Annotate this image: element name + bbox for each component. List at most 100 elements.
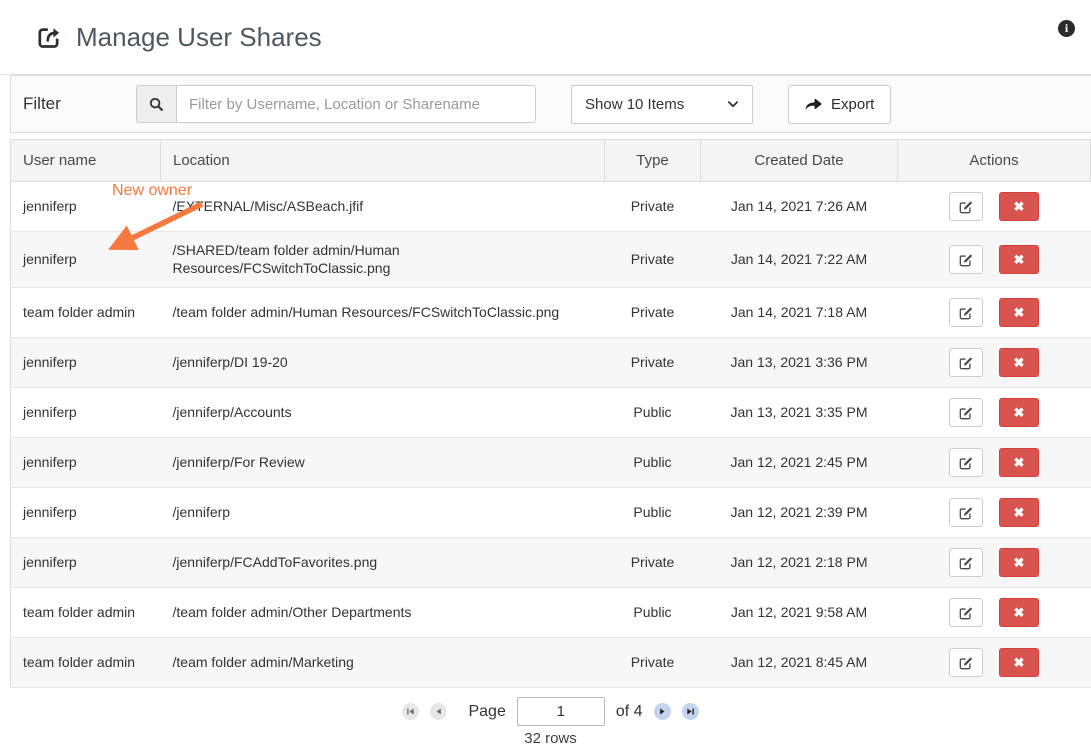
col-header-type[interactable]: Type [605,140,701,182]
edit-share-button[interactable] [949,548,983,577]
cell-created-date: Jan 12, 2021 2:39 PM [701,488,898,538]
edit-share-button[interactable] [949,448,983,477]
edit-pencil-icon [959,356,973,370]
delete-share-button[interactable]: ✖ [999,448,1039,477]
cell-created-date: Jan 14, 2021 7:18 AM [701,288,898,338]
page-of-label: of 4 [616,703,643,721]
show-items-value: Show 10 Items [585,96,684,113]
cell-location: /EXTERNAL/Misc/ASBeach.jfif [161,182,605,232]
show-items-select[interactable]: Show 10 Items [571,85,753,124]
edit-share-button[interactable] [949,598,983,627]
cell-actions: ✖ [898,538,1091,588]
page-header: Manage User Shares i [0,0,1091,75]
cell-location: /jenniferp [161,488,605,538]
next-page-button[interactable] [654,703,671,720]
export-button[interactable]: Export [788,85,891,124]
filter-search-input[interactable] [176,85,536,123]
cell-actions: ✖ [898,488,1091,538]
edit-pencil-icon [959,406,973,420]
search-group [136,85,536,123]
cell-location: /jenniferp/FCAddToFavorites.png [161,538,605,588]
cell-location: /SHARED/team folder admin/Human Resource… [161,232,605,288]
export-arrow-icon [805,97,822,112]
cell-location: /jenniferp/For Review [161,438,605,488]
delete-share-button[interactable]: ✖ [999,192,1039,221]
page-label: Page [468,703,505,721]
page-number-input[interactable] [517,697,605,726]
cell-location: /team folder admin/Human Resources/FCSwi… [161,288,605,338]
info-icon[interactable]: i [1058,20,1075,37]
cell-type: Public [605,588,701,638]
table-row: jenniferp /jenniferp/DI 19-20 Private Ja… [11,338,1091,388]
cell-actions: ✖ [898,232,1091,288]
cell-created-date: Jan 14, 2021 7:22 AM [701,232,898,288]
col-header-username[interactable]: User name [11,140,161,182]
col-header-actions: Actions [898,140,1091,182]
edit-share-button[interactable] [949,398,983,427]
last-page-button[interactable] [682,703,699,720]
delete-share-button[interactable]: ✖ [999,648,1039,677]
table-row: jenniferp /EXTERNAL/Misc/ASBeach.jfif Pr… [11,182,1091,232]
chevron-down-icon [727,98,739,110]
delete-share-button[interactable]: ✖ [999,498,1039,527]
cell-username: team folder admin [11,588,161,638]
share-square-icon [36,24,63,51]
edit-pencil-icon [959,200,973,214]
cell-type: Private [605,232,701,288]
cell-type: Public [605,488,701,538]
next-icon [657,706,668,717]
edit-share-button[interactable] [949,498,983,527]
cell-username: jenniferp [11,388,161,438]
cell-location: /team folder admin/Other Departments [161,588,605,638]
cell-type: Private [605,538,701,588]
edit-pencil-icon [959,606,973,620]
filter-bar: Filter Show 10 Items Export [10,75,1091,133]
edit-share-button[interactable] [949,245,983,274]
edit-pencil-icon [959,506,973,520]
cell-username: jenniferp [11,338,161,388]
cell-username: team folder admin [11,638,161,688]
cell-created-date: Jan 12, 2021 8:45 AM [701,638,898,688]
delete-share-button[interactable]: ✖ [999,245,1039,274]
edit-pencil-icon [959,456,973,470]
table-row: team folder admin /team folder admin/Oth… [11,588,1091,638]
prev-icon [433,706,444,717]
cell-location: /jenniferp/DI 19-20 [161,338,605,388]
cell-type: Private [605,338,701,388]
export-label: Export [831,96,874,113]
delete-share-button[interactable]: ✖ [999,598,1039,627]
cell-created-date: Jan 12, 2021 2:18 PM [701,538,898,588]
table-row: jenniferp /jenniferp Public Jan 12, 2021… [11,488,1091,538]
cell-type: Public [605,438,701,488]
shares-table: User name Location Type Created Date Act… [10,139,1091,688]
skip-first-icon [405,706,416,717]
edit-pencil-icon [959,253,973,267]
table-row: jenniferp /jenniferp/Accounts Public Jan… [11,388,1091,438]
edit-share-button[interactable] [949,298,983,327]
col-header-location[interactable]: Location [161,140,605,182]
edit-share-button[interactable] [949,648,983,677]
total-rows-label: 32 rows [10,730,1091,747]
col-header-created-date[interactable]: Created Date [701,140,898,182]
search-icon [136,85,176,123]
delete-share-button[interactable]: ✖ [999,398,1039,427]
delete-share-button[interactable]: ✖ [999,548,1039,577]
prev-page-button[interactable] [430,703,447,720]
table-header-row: User name Location Type Created Date Act… [11,140,1091,182]
delete-share-button[interactable]: ✖ [999,298,1039,327]
cell-username: jenniferp [11,488,161,538]
first-page-button[interactable] [402,703,419,720]
cell-actions: ✖ [898,182,1091,232]
cell-created-date: Jan 13, 2021 3:36 PM [701,338,898,388]
cell-created-date: Jan 13, 2021 3:35 PM [701,388,898,438]
cell-username: jenniferp [11,232,161,288]
cell-username: jenniferp [11,538,161,588]
edit-share-button[interactable] [949,348,983,377]
delete-share-button[interactable]: ✖ [999,348,1039,377]
table-row: team folder admin /team folder admin/Mar… [11,638,1091,688]
cell-actions: ✖ [898,288,1091,338]
edit-pencil-icon [959,656,973,670]
skip-last-icon [685,706,696,717]
edit-share-button[interactable] [949,192,983,221]
edit-pencil-icon [959,306,973,320]
